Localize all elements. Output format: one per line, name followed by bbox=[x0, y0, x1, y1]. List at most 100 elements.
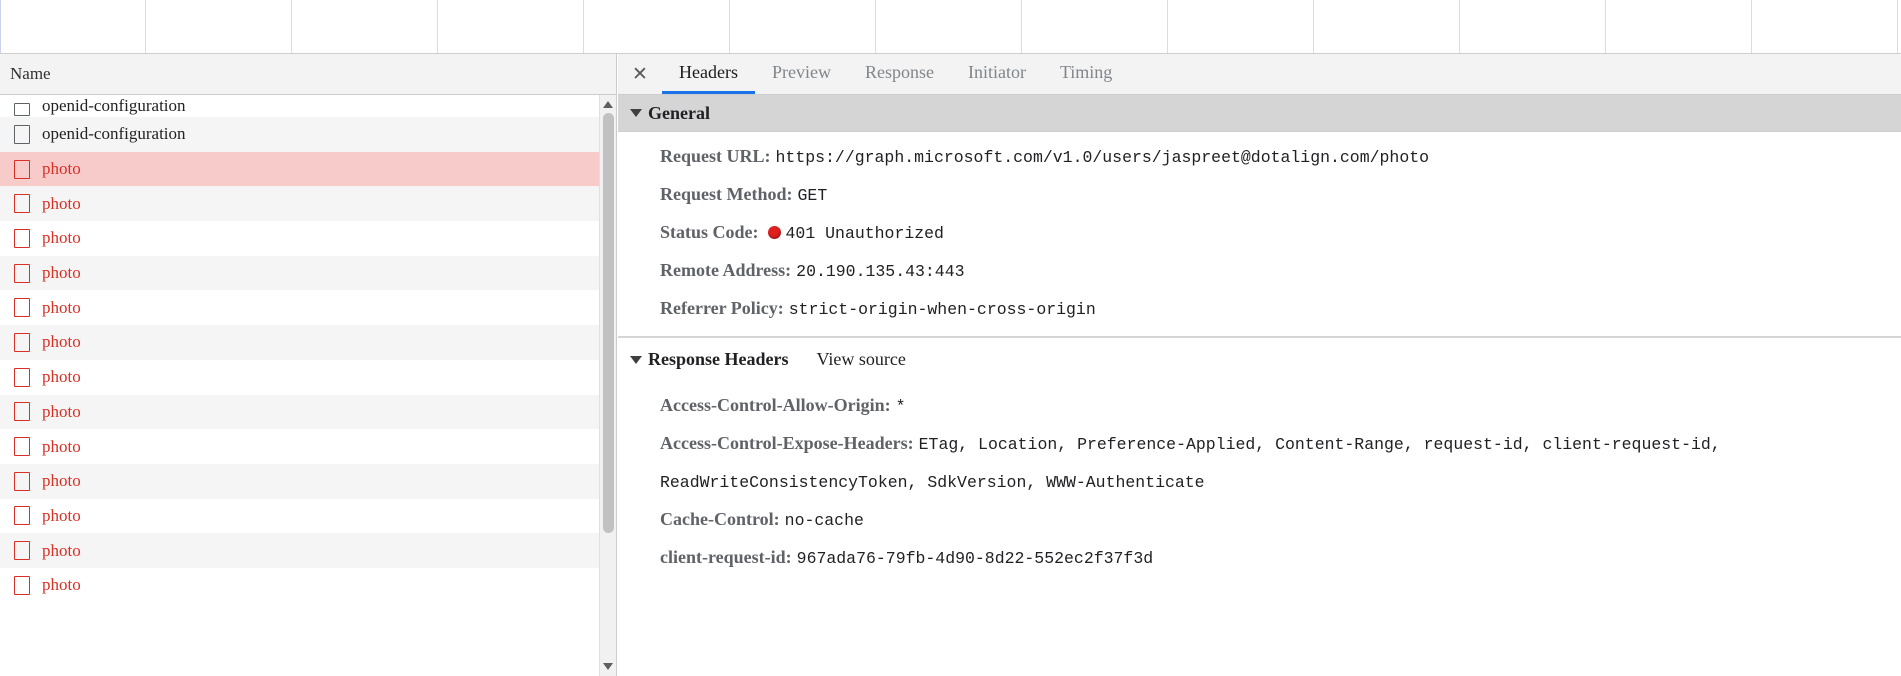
request-list-header: Name bbox=[0, 54, 616, 95]
overview-grid-column bbox=[292, 0, 438, 53]
request-list-pane: Name openid-configuration openid-configur… bbox=[0, 54, 617, 676]
request-name-label: photo bbox=[42, 575, 81, 595]
overview-grid-column bbox=[584, 0, 730, 53]
request-name-label: photo bbox=[42, 505, 81, 525]
response-header-row: Access-Control-Allow-Origin: * bbox=[618, 387, 1901, 425]
request-list-item[interactable]: photo bbox=[0, 567, 616, 603]
response-header-row: Cache-Control: no-cache bbox=[618, 501, 1901, 539]
scroll-up-arrow-icon[interactable] bbox=[603, 101, 613, 108]
header-key: Remote Address: bbox=[660, 260, 792, 280]
general-row: Referrer Policy: strict-origin-when-cros… bbox=[618, 290, 1901, 328]
close-icon[interactable]: ✕ bbox=[618, 54, 662, 94]
request-name-label: photo bbox=[42, 263, 81, 283]
overview-grid-column bbox=[1168, 0, 1314, 53]
request-list-item[interactable]: photo bbox=[0, 221, 616, 256]
request-name-label: photo bbox=[42, 401, 81, 421]
document-icon bbox=[14, 124, 30, 144]
document-icon bbox=[14, 263, 30, 283]
detail-body[interactable]: General Request URL: https://graph.micro… bbox=[618, 95, 1901, 676]
request-list-item[interactable]: photo bbox=[0, 463, 616, 499]
detail-tab-bar: ✕ Headers Preview Response Initiator Timing bbox=[618, 54, 1901, 95]
document-icon bbox=[14, 159, 30, 179]
document-icon bbox=[14, 367, 30, 387]
overview-grid-column bbox=[146, 0, 292, 53]
chevron-down-icon[interactable] bbox=[630, 109, 642, 117]
devtools-network-panel: Name openid-configuration openid-configur… bbox=[0, 0, 1901, 676]
request-list-scrollbar[interactable] bbox=[599, 95, 616, 676]
general-row: Remote Address: 20.190.135.43:443 bbox=[618, 252, 1901, 290]
request-list-item[interactable]: photo bbox=[0, 533, 616, 568]
document-icon bbox=[14, 541, 30, 561]
header-value: 967ada76-79fb-4d90-8d22-552ec2f37f3d bbox=[796, 549, 1154, 568]
request-name-label: openid-configuration bbox=[42, 96, 186, 115]
request-list-item[interactable]: openid-configuration bbox=[0, 117, 616, 152]
document-icon bbox=[14, 103, 30, 116]
request-name-label: openid-configuration bbox=[42, 124, 186, 144]
request-list-item[interactable]: photo bbox=[0, 186, 616, 222]
document-icon bbox=[14, 228, 30, 248]
panes-container: Name openid-configuration openid-configur… bbox=[0, 54, 1901, 676]
request-list-item[interactable]: photo bbox=[0, 290, 616, 326]
general-rows: Request URL: https://graph.microsoft.com… bbox=[618, 132, 1901, 328]
overview-grid-column bbox=[1460, 0, 1606, 53]
document-icon bbox=[14, 471, 30, 491]
request-name-label: photo bbox=[42, 332, 81, 352]
header-value: GET bbox=[797, 186, 828, 205]
general-section-title: General bbox=[648, 102, 710, 123]
general-section-header[interactable]: General bbox=[618, 95, 1901, 132]
overview-gridlines bbox=[0, 0, 1901, 53]
header-key: client-request-id: bbox=[660, 547, 792, 567]
request-name-label: photo bbox=[42, 193, 81, 213]
chevron-down-icon[interactable] bbox=[630, 355, 642, 364]
response-header-row: client-request-id: 967ada76-79fb-4d90-8d… bbox=[618, 539, 1901, 577]
request-list-item[interactable]: photo bbox=[0, 325, 616, 360]
document-icon bbox=[14, 437, 30, 457]
overview-grid-column bbox=[438, 0, 584, 53]
request-list-item[interactable]: photo bbox=[0, 498, 616, 534]
request-name-label: photo bbox=[42, 540, 81, 560]
document-icon bbox=[14, 402, 30, 422]
request-list-item[interactable]: photo bbox=[0, 255, 616, 291]
overview-grid-column bbox=[730, 0, 876, 53]
header-key: Request Method: bbox=[660, 184, 793, 204]
header-value: 401 Unauthorized bbox=[785, 224, 944, 243]
scroll-down-arrow-icon[interactable] bbox=[603, 663, 613, 670]
header-value: * bbox=[895, 397, 906, 416]
header-key: Request URL: bbox=[660, 146, 771, 166]
request-list-item[interactable]: photo bbox=[0, 151, 616, 187]
column-header-name[interactable]: Name bbox=[0, 64, 51, 84]
tab-timing[interactable]: Timing bbox=[1043, 54, 1129, 94]
response-header-rows: Access-Control-Allow-Origin: * Access-Con… bbox=[618, 381, 1901, 577]
general-row: Status Code: 401 Unauthorized bbox=[618, 214, 1901, 252]
tab-headers[interactable]: Headers bbox=[662, 54, 755, 94]
tab-initiator[interactable]: Initiator bbox=[951, 54, 1043, 94]
document-icon bbox=[14, 298, 30, 318]
request-name-label: photo bbox=[42, 297, 81, 317]
overview-grid-column bbox=[1752, 0, 1898, 53]
request-list-body[interactable]: openid-configuration openid-configuration… bbox=[0, 95, 616, 676]
response-header-row: Access-Control-Expose-Headers: ETag, Loc… bbox=[618, 425, 1901, 501]
header-value: 20.190.135.43:443 bbox=[796, 262, 965, 281]
request-list-item[interactable]: photo bbox=[0, 359, 616, 395]
header-key: Referrer Policy: bbox=[660, 298, 784, 318]
header-value: strict-origin-when-cross-origin bbox=[788, 300, 1096, 319]
scrollbar-thumb[interactable] bbox=[603, 113, 614, 533]
general-row: Request Method: GET bbox=[618, 176, 1901, 214]
response-headers-section-header[interactable]: Response Headers View source bbox=[618, 337, 1901, 381]
overview-grid-column bbox=[876, 0, 1022, 53]
overview-grid-column bbox=[1022, 0, 1168, 53]
request-list-item[interactable]: photo bbox=[0, 429, 616, 464]
tab-response[interactable]: Response bbox=[848, 54, 951, 94]
request-detail-pane: ✕ Headers Preview Response Initiator Timing … bbox=[618, 54, 1901, 676]
document-icon bbox=[14, 575, 30, 595]
request-name-label: photo bbox=[42, 436, 81, 456]
request-list-item[interactable]: photo bbox=[0, 394, 616, 430]
tab-preview[interactable]: Preview bbox=[755, 54, 848, 94]
header-key: Access-Control-Expose-Headers: bbox=[660, 433, 914, 453]
network-overview-timeline[interactable] bbox=[0, 0, 1901, 54]
header-key: Status Code: bbox=[660, 222, 759, 242]
overview-grid-column bbox=[1606, 0, 1752, 53]
request-list-item[interactable]: openid-configuration bbox=[0, 95, 616, 117]
overview-grid-column bbox=[0, 0, 146, 53]
view-source-link[interactable]: View source bbox=[817, 349, 906, 370]
